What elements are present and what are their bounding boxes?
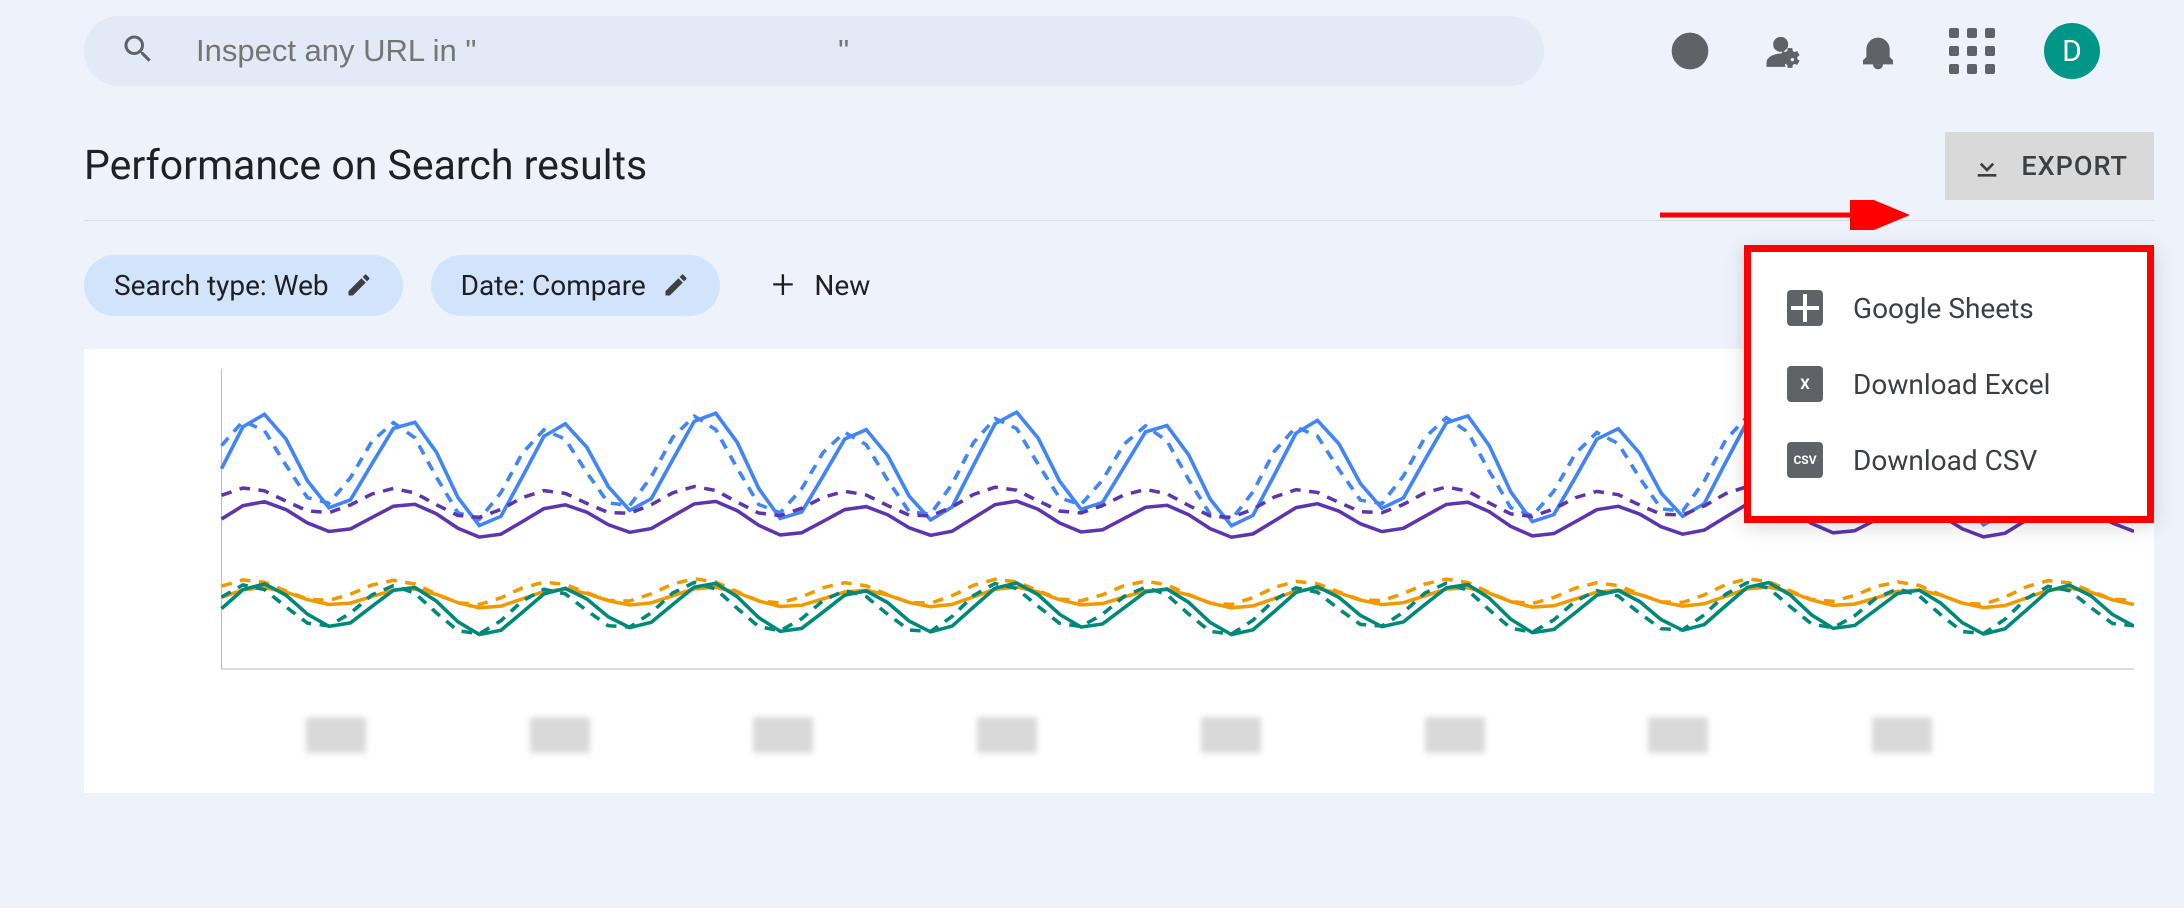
url-search-input[interactable] — [196, 33, 1508, 69]
plus-icon: + — [772, 265, 795, 305]
export-excel-label: Download Excel — [1853, 368, 2050, 401]
account-avatar[interactable]: D — [2044, 23, 2100, 79]
export-label: EXPORT — [2021, 150, 2128, 182]
sheets-icon — [1787, 290, 1823, 326]
filter-date-label: Date: Compare — [461, 269, 646, 302]
csv-icon: CSV — [1787, 442, 1823, 478]
page-title: Performance on Search results — [84, 142, 647, 190]
user-settings-icon[interactable] — [1762, 29, 1806, 73]
download-icon — [1971, 150, 2003, 182]
export-csv-label: Download CSV — [1853, 444, 2037, 477]
export-google-sheets[interactable]: Google Sheets — [1751, 270, 2147, 346]
export-csv[interactable]: CSV Download CSV — [1751, 422, 2147, 498]
filter-date[interactable]: Date: Compare — [431, 255, 720, 316]
apps-icon[interactable] — [1950, 29, 1994, 73]
edit-icon — [345, 271, 373, 299]
filter-search-type-label: Search type: Web — [114, 269, 329, 302]
search-icon — [120, 31, 156, 71]
excel-icon: X — [1787, 366, 1823, 402]
export-excel[interactable]: X Download Excel — [1751, 346, 2147, 422]
filter-search-type[interactable]: Search type: Web — [84, 255, 403, 316]
url-search-bar[interactable] — [84, 16, 1544, 86]
export-menu: Google Sheets X Download Excel CSV Downl… — [1744, 245, 2154, 523]
add-filter-button[interactable]: + New — [748, 251, 894, 319]
export-button[interactable]: EXPORT — [1945, 132, 2154, 200]
chart-x-ticks — [104, 717, 2134, 753]
notifications-icon[interactable] — [1856, 29, 1900, 73]
export-sheets-label: Google Sheets — [1853, 292, 2034, 325]
add-filter-label: New — [814, 269, 870, 302]
edit-icon — [662, 271, 690, 299]
help-icon[interactable] — [1668, 29, 1712, 73]
